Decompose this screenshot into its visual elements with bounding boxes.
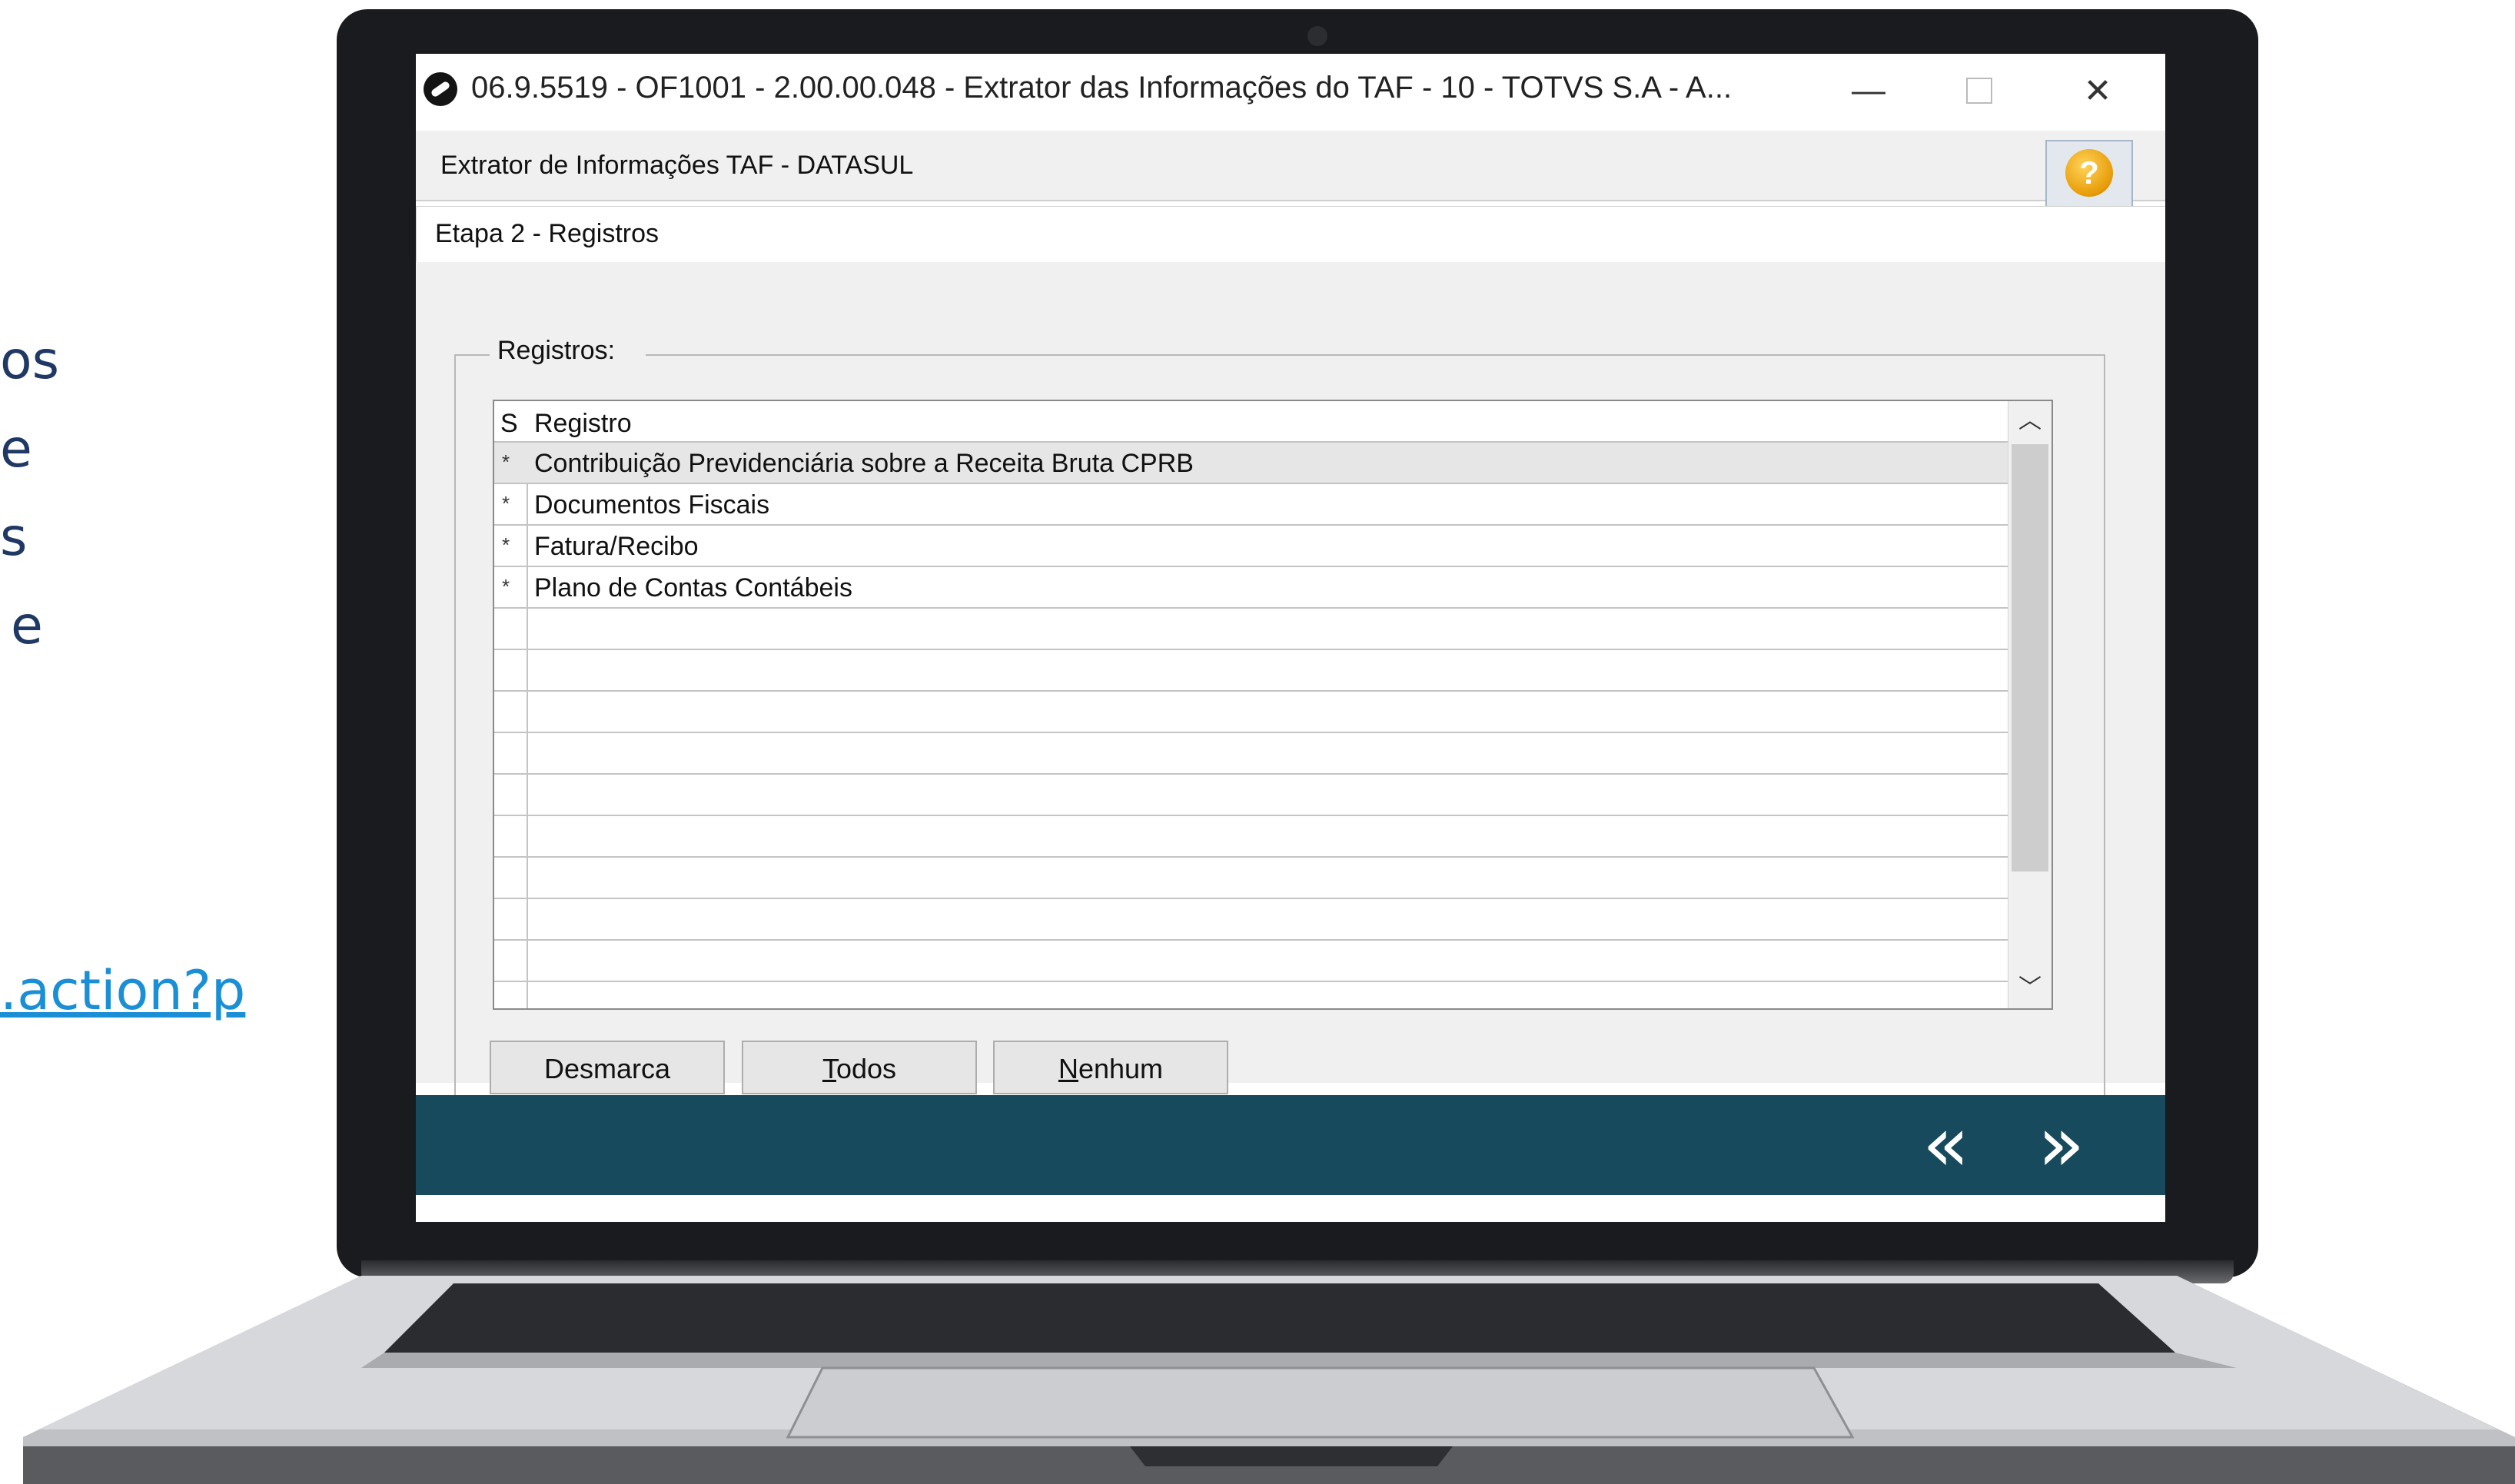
step-title: Etapa 2 - Registros (435, 219, 659, 248)
header-bar: Extrator de Informações TAF - DATASUL ? (416, 131, 2165, 207)
background-text-fragment: e (0, 419, 32, 480)
header-title: Extrator de Informações TAF - DATASUL (440, 151, 914, 180)
scroll-down-icon[interactable]: ﹀ (2008, 968, 2052, 1008)
column-header-s[interactable]: S (500, 409, 518, 439)
minimize-icon[interactable]: — (1838, 66, 1899, 115)
table-row[interactable] (494, 607, 2008, 649)
table-row[interactable] (494, 856, 2008, 898)
todos-button[interactable]: Todos (742, 1041, 977, 1094)
vertical-scrollbar[interactable]: ︿ ﹀ (2008, 401, 2052, 1008)
navigation-bar: « » (416, 1095, 2165, 1195)
table-row[interactable] (494, 773, 2008, 815)
table-row[interactable] (494, 732, 2008, 773)
row-label: Fatura/Recibo (534, 532, 699, 561)
desmarca-button[interactable]: Desmarca (490, 1041, 725, 1094)
title-bar: 06.9.5519 - OF1001 - 2.00.00.048 - Extra… (416, 54, 2165, 131)
row-flag: * (502, 533, 510, 556)
help-icon: ? (2065, 149, 2113, 197)
table-row[interactable]: * Plano de Contas Contábeis (494, 566, 2008, 607)
previous-step-icon[interactable]: « (1922, 1106, 1969, 1183)
window-title: 06.9.5519 - OF1001 - 2.00.00.048 - Extra… (471, 71, 1733, 105)
close-icon[interactable]: ✕ (2067, 66, 2128, 115)
background-text-fragment: e (11, 596, 43, 656)
maximize-icon[interactable] (1949, 66, 2010, 115)
app-window: 06.9.5519 - OF1001 - 2.00.00.048 - Extra… (416, 54, 2165, 1222)
background-text-fragment: os (0, 330, 60, 391)
registros-grid[interactable]: S Registro * Contribuição Previdenciária … (493, 400, 2053, 1010)
row-label: Plano de Contas Contábeis (534, 573, 852, 603)
table-row[interactable]: * Fatura/Recibo (494, 524, 2008, 566)
nenhum-button[interactable]: Nenhum (993, 1041, 1228, 1094)
table-row[interactable] (494, 939, 2008, 981)
registros-legend: Registros: (490, 336, 646, 366)
scroll-up-icon[interactable]: ︿ (2008, 401, 2052, 441)
row-label: Documentos Fiscais (534, 490, 770, 520)
grid-header: S Registro (494, 401, 2008, 441)
content-area: Registros: S Registro * Contribuição Prev… (416, 262, 2165, 1111)
laptop-keyboard-base (23, 1276, 2515, 1484)
row-flag: * (502, 492, 510, 515)
table-row[interactable] (494, 815, 2008, 856)
table-row[interactable] (494, 649, 2008, 690)
help-button[interactable]: ? (2045, 140, 2133, 207)
scrollbar-thumb[interactable] (2012, 444, 2048, 871)
background-text-fragment: s (0, 507, 28, 568)
row-flag: * (502, 450, 510, 473)
row-flag: * (502, 575, 510, 598)
table-row[interactable] (494, 981, 2008, 1008)
background-link-fragment[interactable]: .action?p (0, 959, 245, 1022)
column-header-registro[interactable]: Registro (534, 409, 632, 439)
row-label: Contribuição Previdenciária sobre a Rece… (534, 449, 1194, 478)
next-step-icon[interactable]: » (2038, 1106, 2085, 1183)
table-row[interactable] (494, 898, 2008, 939)
table-row[interactable]: * Documentos Fiscais (494, 483, 2008, 524)
totvs-logo-icon (424, 72, 457, 106)
table-row[interactable]: * Contribuição Previdenciária sobre a Rec… (494, 441, 2008, 483)
step-bar: Etapa 2 - Registros (416, 206, 2165, 263)
table-row[interactable] (494, 690, 2008, 732)
webcam-icon (1307, 26, 1327, 46)
